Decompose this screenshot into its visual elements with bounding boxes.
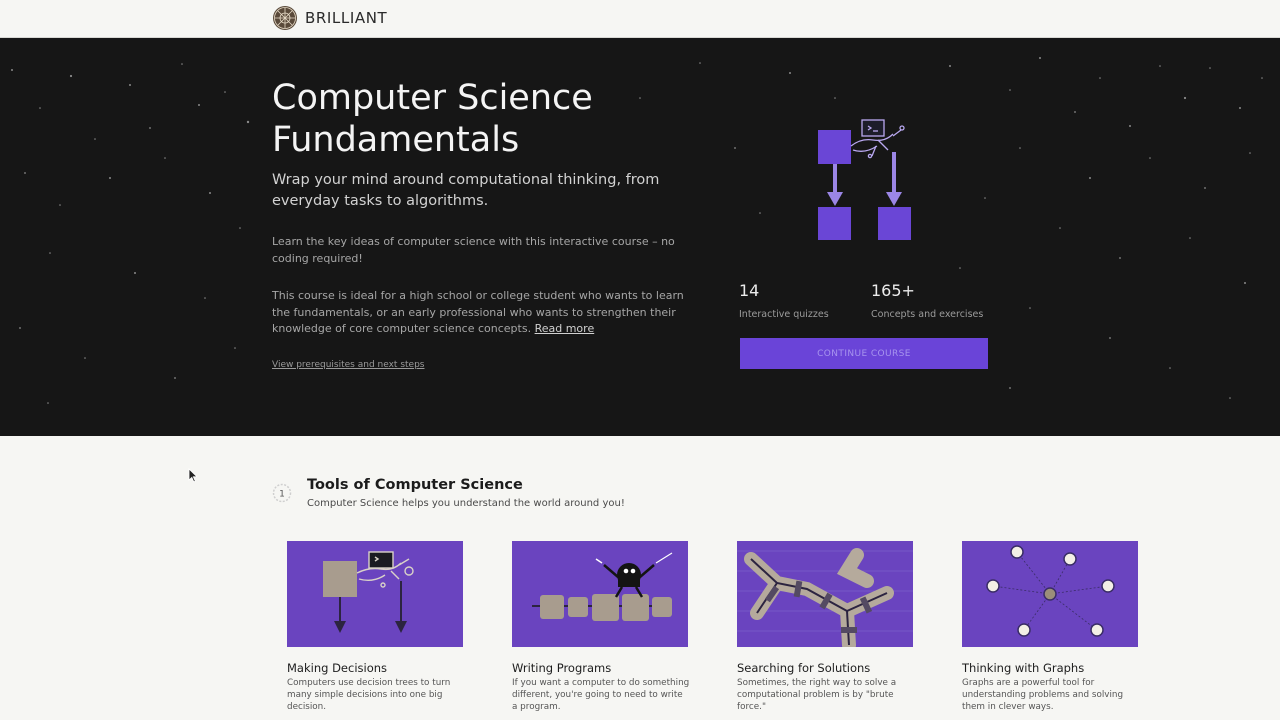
card-title[interactable]: Writing Programs: [512, 661, 688, 675]
card-title[interactable]: Thinking with Graphs: [962, 661, 1138, 675]
course-audience-text: This course is ideal for a high school o…: [272, 289, 684, 335]
chapter-progress-icon: 1: [272, 483, 292, 503]
course-intro-paragraph: Learn the key ideas of computer science …: [272, 235, 675, 265]
searching-for-solutions-illustration[interactable]: [737, 541, 913, 647]
card-title[interactable]: Making Decisions: [287, 661, 463, 675]
course-audience-paragraph: This course is ideal for a high school o…: [272, 288, 702, 338]
stat-concepts-label: Concepts and exercises: [871, 309, 984, 320]
thinking-with-graphs-illustration[interactable]: [962, 541, 1138, 647]
brand-home-link[interactable]: BRILLIANT: [272, 5, 387, 31]
top-navigation-bar: BRILLIANT: [0, 0, 1280, 38]
course-hero: Computer Science Fundamentals Wrap your …: [0, 38, 1280, 436]
chapter-title: Tools of Computer Science: [307, 477, 523, 493]
start-course-button[interactable]: CONTINUE COURSE: [740, 338, 988, 369]
making-decisions-illustration[interactable]: [287, 541, 463, 647]
decision-tree-illustration: [818, 119, 911, 240]
mouse-pointer-icon: [188, 468, 198, 483]
stat-quizzes-value: 14: [739, 281, 760, 300]
read-more-link[interactable]: Read more: [535, 322, 595, 335]
card-description: Sometimes, the right way to solve a comp…: [737, 678, 897, 712]
quiz-card-making-decisions[interactable]: Making Decisions Computers use decision …: [287, 541, 463, 713]
card-title[interactable]: Searching for Solutions: [737, 661, 913, 675]
quiz-card-thinking-with-graphs[interactable]: Thinking with Graphs Graphs are a powerf…: [962, 541, 1138, 713]
course-title: Computer Science Fundamentals: [272, 78, 593, 160]
quiz-card-writing-programs[interactable]: Writing Programs If you want a computer …: [512, 541, 690, 713]
svg-text:1: 1: [279, 490, 285, 500]
chapter-subtitle: Computer Science helps you understand th…: [307, 498, 625, 509]
brilliant-logo-icon: [273, 6, 297, 30]
stat-quizzes: 14 Interactive quizzes: [739, 281, 829, 320]
card-description: If you want a computer to do something d…: [512, 678, 690, 712]
brand-name: BRILLIANT: [305, 9, 388, 27]
writing-programs-illustration[interactable]: [512, 541, 688, 647]
prerequisites-link[interactable]: View prerequisites and next steps: [272, 360, 424, 370]
card-description: Computers use decision trees to turn man…: [287, 678, 451, 712]
stat-concepts: 165+ Concepts and exercises: [871, 281, 983, 320]
course-subtitle: Wrap your mind around computational thin…: [272, 172, 660, 209]
stat-concepts-value: 165+: [871, 281, 915, 300]
card-description: Graphs are a powerful tool for understan…: [962, 678, 1124, 712]
quiz-card-searching-for-solutions[interactable]: Searching for Solutions Sometimes, the r…: [737, 541, 913, 713]
stat-quizzes-label: Interactive quizzes: [739, 309, 829, 320]
